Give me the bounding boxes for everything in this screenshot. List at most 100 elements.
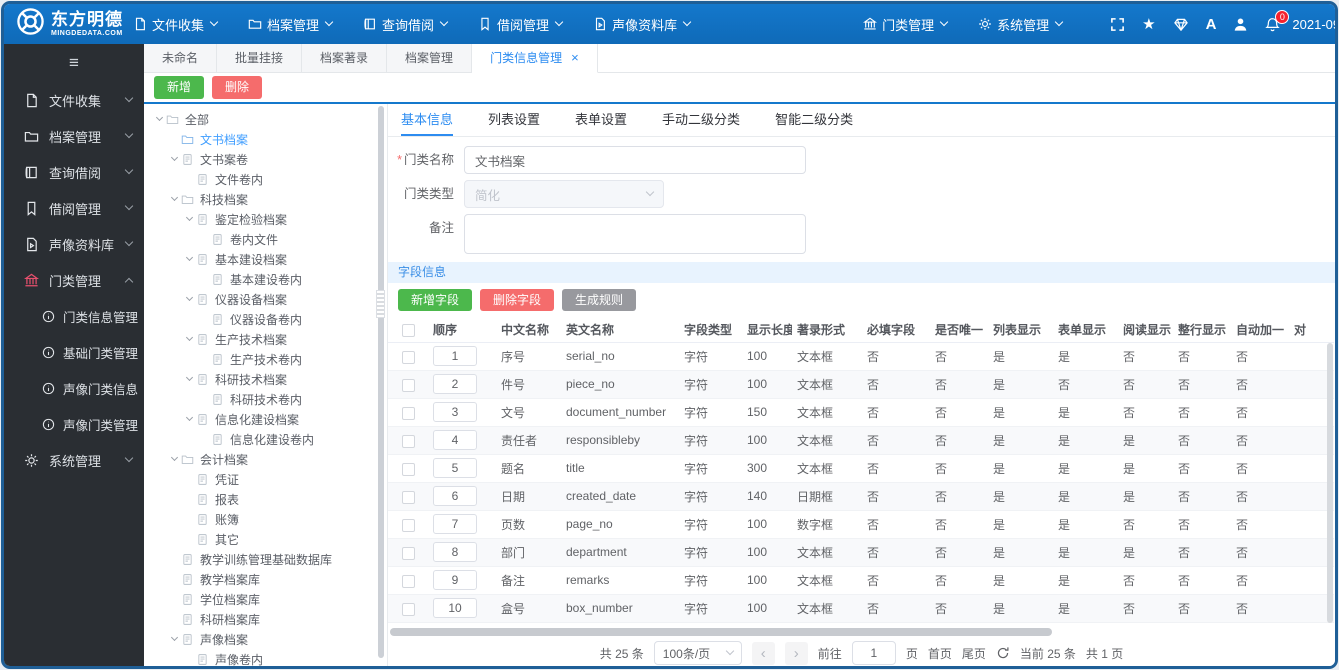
page-tab[interactable]: 门类信息管理 × [472,44,598,73]
tree-node[interactable]: 教学训练管理基础数据库 [144,549,376,569]
table-row[interactable]: 11保管期限retention字符100下拉框否否是是是否否 [388,622,1334,625]
table-vertical-scrollbar-thumb[interactable] [1327,343,1333,623]
row-checkbox[interactable] [401,406,415,420]
close-icon[interactable]: × [571,50,579,65]
fullscreen-icon[interactable] [1110,17,1125,32]
page-tab[interactable]: 档案著录 [302,44,388,73]
table-row[interactable]: 9 备注 remarks 字符 100 文本框否否是是否否否 [388,566,1334,595]
goto-page-input[interactable] [851,641,896,665]
bell-icon[interactable]: 0 [1265,9,1290,32]
refresh-icon[interactable] [996,646,1010,660]
nav-menu-media[interactable]: 声像资料库 [593,15,692,34]
tree-node[interactable]: 文书案卷 [144,149,376,169]
order-input[interactable]: 5 [433,458,477,479]
tree-node[interactable]: 生产技术档案 [144,329,376,349]
order-input[interactable]: 10 [433,598,477,619]
table-row[interactable]: 8 部门 department 字符 100 文本框否否是是是否否 [388,538,1334,567]
table-row[interactable]: 6 日期 created_date 字符 140 日期框否否是是是否否 [388,482,1334,511]
nav-menu-folder[interactable]: 档案管理 [248,15,334,34]
table-horizontal-scrollbar-thumb[interactable] [390,628,1053,636]
favorite-star-icon[interactable]: ★ [1142,17,1155,32]
row-checkbox[interactable] [401,574,415,588]
order-input[interactable]: 4 [433,430,477,451]
tree-node[interactable]: 基本建设档案 [144,249,376,269]
tree-node[interactable]: 文件卷内 [144,169,376,189]
select-all-checkbox[interactable] [401,323,415,337]
page-tab[interactable]: 档案管理 [387,44,473,73]
table-row[interactable]: 4 责任者 responsibleby 字符 100 文本框否否是是是否否 [388,426,1334,455]
table-row[interactable]: 10 盒号 box_number 字符 100 文本框否否是是否否否 [388,594,1334,623]
font-size-icon[interactable]: A [1206,17,1217,32]
tree-node[interactable]: 教学档案库 [144,569,376,589]
nav-menu-file[interactable]: 文件收集 [133,15,219,34]
row-checkbox[interactable] [401,490,415,504]
row-checkbox[interactable] [401,350,415,364]
next-page-button[interactable]: › [784,641,808,665]
table-row[interactable]: 2 件号 piece_no 字符 100 文本框否否是否否否否 [388,370,1334,399]
tree-node[interactable]: 生产技术卷内 [144,349,376,369]
row-checkbox[interactable] [401,434,415,448]
panel-resize-handle[interactable] [376,290,385,318]
sidebar-subitem[interactable]: 声像门类信息 [4,370,144,406]
row-checkbox[interactable] [401,546,415,560]
last-page-link[interactable]: 尾页 [962,645,986,662]
tree-node[interactable]: 科研技术档案 [144,369,376,389]
delete-field-button[interactable]: 删除字段 [480,289,555,312]
order-input[interactable]: 7 [433,514,477,535]
generate-rule-button[interactable]: 生成规则 [562,289,637,312]
page-tab[interactable]: 未命名 [144,44,218,73]
tree-node[interactable]: 学位档案库 [144,589,376,609]
tree-node[interactable]: 信息化建设档案 [144,409,376,429]
category-type-select[interactable]: 简化 [464,180,664,208]
order-input[interactable]: 9 [433,570,477,591]
tree-node[interactable]: 仪器设备档案 [144,289,376,309]
tree-node[interactable]: 卷内文件 [144,229,376,249]
sidebar-item-bank[interactable]: 门类管理 [4,262,144,298]
sidebar-subitem[interactable]: 基础门类管理 [4,334,144,370]
sidebar-item-media[interactable]: 声像资料库 [4,226,144,262]
tree-scrollbar-thumb[interactable] [378,106,384,658]
table-row[interactable]: 7 页数 page_no 字符 100 数字框否否是是否否否 [388,510,1334,539]
detail-tab[interactable]: 智能二级分类 [775,104,853,136]
sidebar-item-file[interactable]: 文件收集 [4,82,144,118]
tree-node[interactable]: 其它 [144,529,376,549]
sidebar-subitem[interactable]: 门类信息管理 [4,298,144,334]
user-icon[interactable] [1233,17,1248,32]
order-input[interactable]: 8 [433,542,477,563]
add-button[interactable]: 新增 [154,76,205,99]
add-field-button[interactable]: 新增字段 [398,289,473,312]
table-row[interactable]: 5 题名 title 字符 300 文本框否否是是是否否 [388,454,1334,483]
tree-node[interactable]: 声像卷内 [144,649,376,666]
sidebar-item-book[interactable]: 查询借阅 [4,154,144,190]
tree-node[interactable]: 凭证 [144,469,376,489]
row-checkbox[interactable] [401,462,415,476]
detail-tab[interactable]: 手动二级分类 [662,104,740,136]
detail-tab[interactable]: 列表设置 [488,104,540,136]
remark-textarea[interactable] [464,214,806,254]
category-name-input[interactable] [464,146,806,174]
table-vertical-scrollbar[interactable] [1326,343,1334,623]
sidebar-item-bookmark[interactable]: 借阅管理 [4,190,144,226]
row-checkbox[interactable] [401,602,415,616]
table-horizontal-scrollbar[interactable] [390,626,1323,638]
sidebar-collapse-button[interactable]: ≡ [4,44,144,82]
table-row[interactable]: 3 文号 document_number 字符 150 文本框否否是是否否否 [388,398,1334,427]
tree-node[interactable]: 仪器设备卷内 [144,309,376,329]
order-input[interactable]: 3 [433,402,477,423]
tree-node[interactable]: 鉴定检验档案 [144,209,376,229]
tree-scrollbar[interactable] [376,104,387,666]
table-row[interactable]: 1 序号 serial_no 字符 100 文本框否否是是否否否 [388,342,1334,371]
tree-node[interactable]: 会计档案 [144,449,376,469]
tree-node[interactable]: 科研技术卷内 [144,389,376,409]
order-input[interactable]: 2 [433,374,477,395]
first-page-link[interactable]: 首页 [928,645,952,662]
order-input[interactable]: 6 [433,486,477,507]
row-checkbox[interactable] [401,518,415,532]
page-tab[interactable]: 批量挂接 [217,44,303,73]
tree-node[interactable]: 科研档案库 [144,609,376,629]
tree-node[interactable]: 全部 [144,109,376,129]
page-size-select[interactable]: 100条/页 [653,641,742,665]
nav-menu-bank[interactable]: 门类管理 [863,15,949,34]
tree-node[interactable]: 报表 [144,489,376,509]
gem-icon[interactable] [1173,17,1189,32]
